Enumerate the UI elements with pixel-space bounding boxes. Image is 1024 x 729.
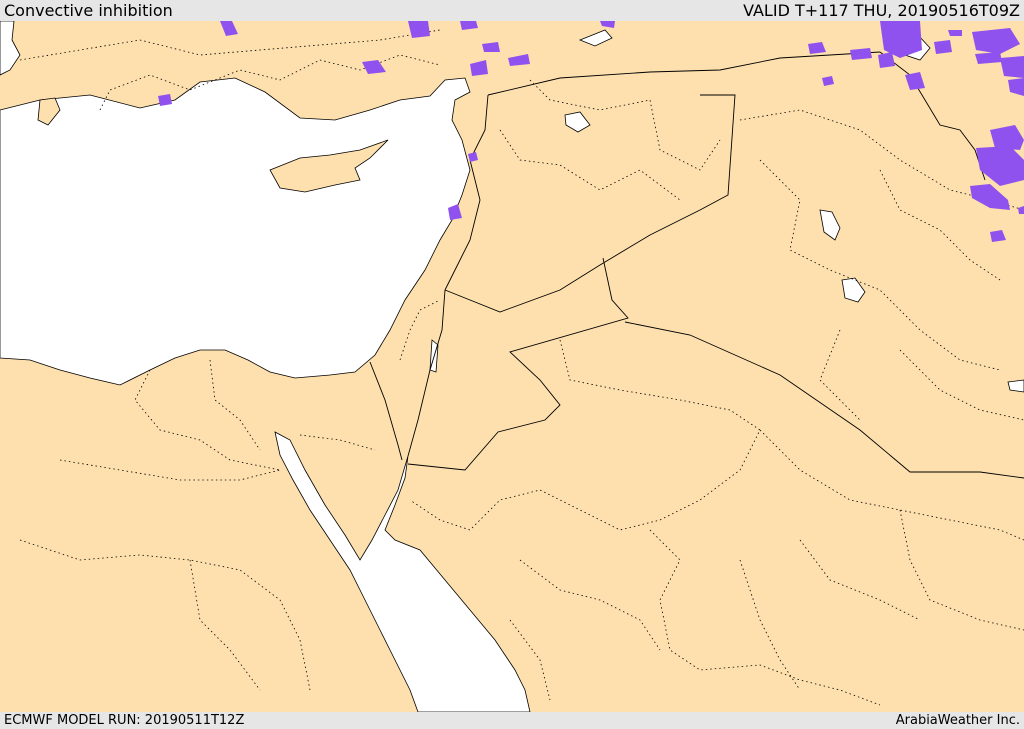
map-title: Convective inhibition — [4, 1, 173, 20]
map-canvas — [0, 21, 1024, 712]
valid-time: VALID T+117 THU, 20190516T09Z — [743, 1, 1020, 20]
gulf-coast — [1007, 379, 1024, 393]
header-bar: Convective inhibition VALID T+117 THU, 2… — [0, 0, 1024, 21]
footer-bar: ECMWF MODEL RUN: 20190511T12Z ArabiaWeat… — [0, 712, 1024, 729]
model-run: ECMWF MODEL RUN: 20190511T12Z — [4, 713, 245, 728]
credit: ArabiaWeather Inc. — [895, 713, 1020, 728]
